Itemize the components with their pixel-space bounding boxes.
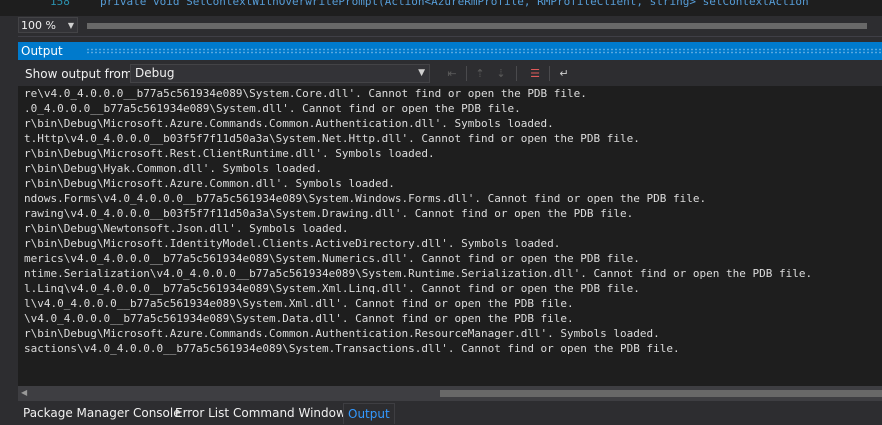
toolbar-separator (466, 66, 467, 81)
scrollbar-thumb[interactable] (440, 390, 882, 397)
output-toolbar: Show output from: Debug ▼ ⇤ ⇡ ⇣ ☰ ↵ (18, 61, 882, 86)
tab-package-manager-console[interactable]: Package Manager Console (19, 403, 185, 423)
clear-all-icon[interactable]: ☰ (526, 65, 544, 82)
editor-horizontal-scrollbar[interactable] (82, 21, 882, 31)
output-lines: re\v4.0_4.0.0.0__b77a5c561934e089\System… (24, 86, 812, 356)
output-line: r\bin\Debug\Microsoft.Rest.ClientRuntime… (24, 147, 435, 160)
editor-line-number: 158 (50, 0, 70, 8)
zoom-dropdown[interactable]: 100 % ▼ (18, 17, 78, 33)
chevron-down-icon: ▼ (67, 21, 74, 30)
code-editor-strip: 158 private void SetContextWithOverwrite… (0, 0, 882, 16)
output-title-bar[interactable]: Output (18, 42, 882, 60)
output-line: merics\v4.0_4.0.0.0__b77a5c561934e089\Sy… (24, 252, 640, 265)
show-output-from-label: Show output from: (25, 67, 137, 81)
panel-title: Output (21, 44, 63, 58)
output-line: r\bin\Debug\Microsoft.IdentityModel.Clie… (24, 237, 561, 250)
output-line: t.Http\v4.0_4.0.0.0__b03f5f7f11d50a3a\Sy… (24, 132, 640, 145)
output-source-value: Debug (135, 66, 175, 80)
output-line: l.Linq\v4.0_4.0.0.0__b77a5c561934e089\Sy… (24, 282, 640, 295)
toolbar-separator (516, 66, 517, 81)
output-line: rawing\v4.0_4.0.0.0__b03f5f7f11d50a3a\Sy… (24, 207, 634, 220)
output-horizontal-scrollbar[interactable]: ◀ (18, 386, 882, 401)
output-line: r\bin\Debug\Microsoft.Azure.Commands.Com… (24, 117, 554, 130)
output-source-dropdown[interactable]: Debug ▼ (130, 64, 430, 83)
title-bar-grip[interactable] (86, 48, 882, 54)
output-text-area[interactable]: re\v4.0_4.0.0.0__b77a5c561934e089\System… (18, 86, 882, 386)
output-line: r\bin\Debug\Hyak.Common.dll'. Symbols lo… (24, 162, 323, 175)
output-line: sactions\v4.0_4.0.0.0__b77a5c561934e089\… (24, 342, 680, 355)
chevron-down-icon: ▼ (418, 68, 425, 78)
scroll-left-icon[interactable]: ◀ (21, 388, 27, 397)
go-to-previous-message-icon[interactable]: ⇡ (471, 65, 489, 82)
go-to-next-message-icon[interactable]: ⇣ (492, 65, 510, 82)
editor-code-line[interactable]: private void SetContextWithOverwriteProm… (100, 0, 809, 8)
toggle-word-wrap-icon[interactable]: ↵ (555, 65, 573, 82)
output-line: r\bin\Debug\Newtonsoft.Json.dll'. Symbol… (24, 222, 349, 235)
find-message-in-code-icon[interactable]: ⇤ (443, 65, 461, 82)
output-line: .0_4.0.0.0__b77a5c561934e089\System.dll'… (24, 102, 521, 115)
output-line: ndows.Forms\v4.0_4.0.0.0__b77a5c561934e0… (24, 192, 707, 205)
zoom-value: 100 % (21, 19, 56, 32)
editor-zoom-bar: 100 % ▼ (0, 16, 882, 37)
output-line: \v4.0_4.0.0.0__b77a5c561934e089\System.D… (24, 312, 574, 325)
toolbar-separator (549, 66, 550, 81)
scrollbar-thumb[interactable] (87, 23, 867, 29)
output-line: r\bin\Debug\Microsoft.Azure.Commands.Com… (24, 327, 660, 340)
left-gutter (0, 36, 18, 425)
tool-window-tabs: Package Manager Console Error List Comma… (18, 402, 882, 425)
tab-output[interactable]: Output (343, 403, 395, 424)
tab-command-window[interactable]: Command Window (229, 403, 350, 423)
tab-error-list[interactable]: Error List (171, 403, 233, 423)
output-line: ntime.Serialization\v4.0_4.0.0.0__b77a5c… (24, 267, 813, 280)
output-line: re\v4.0_4.0.0.0__b77a5c561934e089\System… (24, 87, 587, 100)
output-line: l\v4.0_4.0.0.0__b77a5c561934e089\System.… (24, 297, 574, 310)
output-line: r\bin\Debug\Microsoft.Azure.Common.dll'.… (24, 177, 395, 190)
